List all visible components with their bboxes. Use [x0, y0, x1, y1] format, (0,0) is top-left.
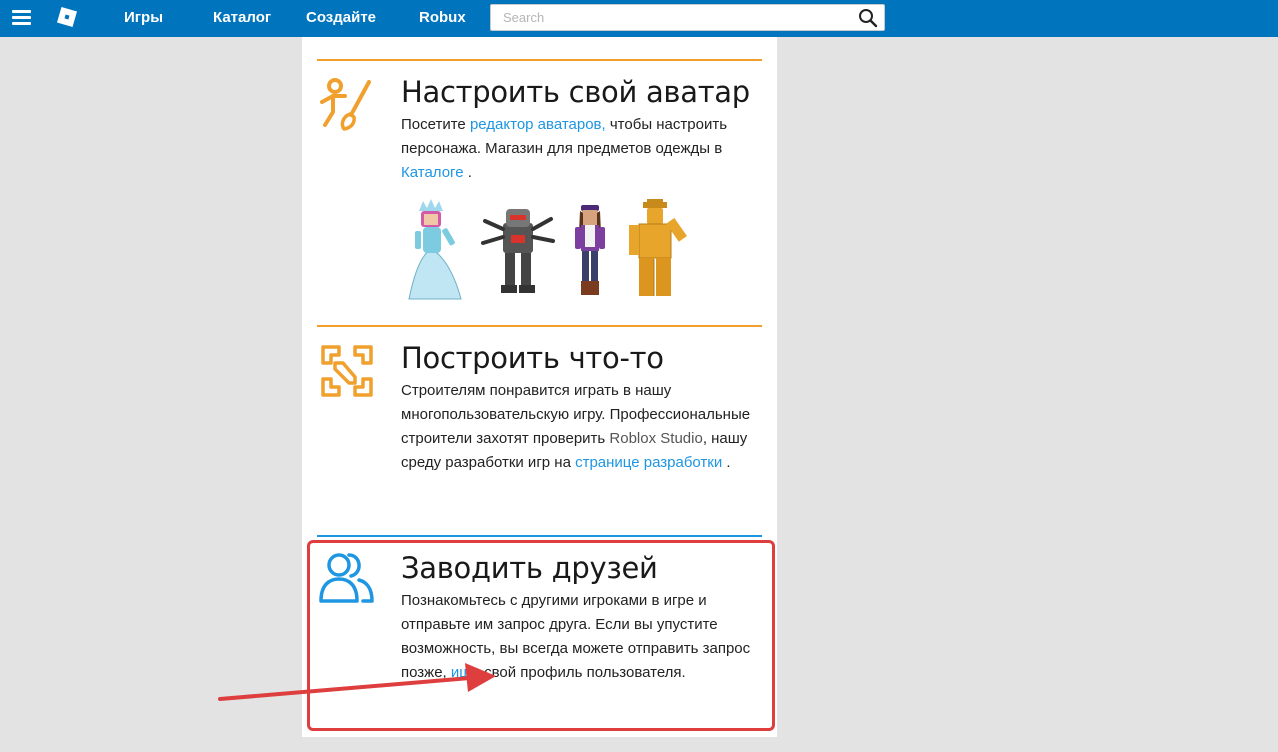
section-build: Построить что-то Строителям понравится и…	[317, 325, 762, 525]
nav-link-catalog[interactable]: Каталог	[213, 9, 271, 26]
roblox-studio-text: Roblox Studio	[609, 430, 703, 447]
roblox-logo-icon[interactable]	[57, 7, 77, 27]
nav-link-games[interactable]: Игры	[124, 9, 163, 26]
search-input[interactable]	[491, 5, 851, 30]
section-title: Настроить свой аватар	[401, 75, 750, 109]
description-text: .	[463, 164, 472, 181]
highlight-frame	[307, 540, 775, 731]
build-tools-icon	[321, 345, 373, 397]
nav-link-robux[interactable]: Robux	[419, 9, 466, 26]
avatar-robot	[481, 209, 555, 293]
section-divider	[317, 535, 762, 537]
avatar-brush-icon	[320, 78, 371, 131]
description-text: Посетите	[401, 116, 470, 133]
top-navigation-bar: Игры Каталог Создайте Robux	[0, 0, 1278, 37]
nav-link-create[interactable]: Создайте	[306, 9, 376, 26]
avatar-editor-link[interactable]: редактор аватаров,	[470, 116, 606, 133]
menu-icon[interactable]	[12, 10, 31, 25]
avatar-figures-image	[408, 199, 687, 300]
search-bar	[490, 4, 885, 31]
section-customize-avatar: Настроить свой аватар Посетите редактор …	[317, 59, 762, 319]
avatar-gold	[629, 199, 687, 296]
section-divider	[317, 59, 762, 61]
description-text: .	[722, 454, 731, 471]
search-icon[interactable]	[858, 8, 878, 28]
section-divider	[317, 325, 762, 327]
avatar-princess	[408, 199, 462, 300]
developer-page-link[interactable]: странице разработки	[575, 454, 722, 471]
section-description: Посетите редактор аватаров, чтобы настро…	[401, 113, 761, 185]
section-description: Строителям понравится играть в нашу мног…	[401, 379, 761, 475]
section-title: Построить что-то	[401, 341, 664, 375]
catalog-link[interactable]: Каталоге	[401, 164, 464, 181]
avatar-girl	[575, 205, 605, 295]
